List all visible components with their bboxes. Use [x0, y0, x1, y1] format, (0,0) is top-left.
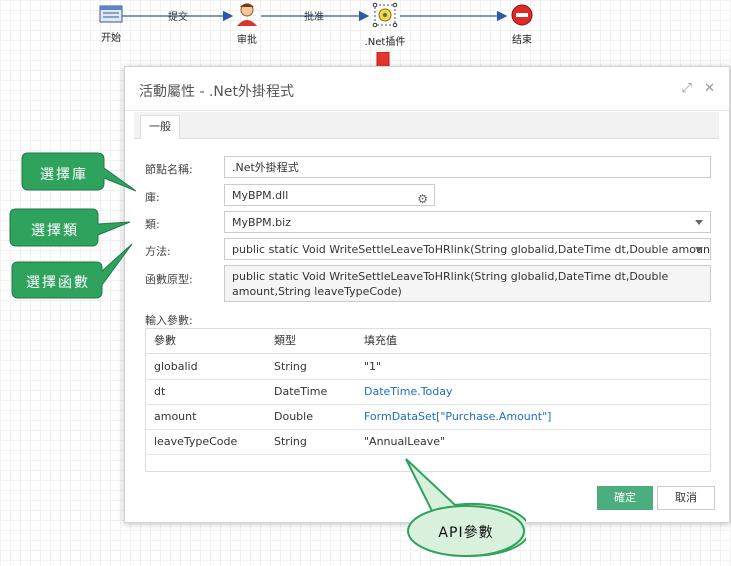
node-start[interactable]: 开始: [98, 4, 124, 44]
param-name: amount: [154, 410, 197, 423]
table-row[interactable]: leaveTypeCode String "AnnualLeave": [146, 430, 710, 455]
param-name: dt: [154, 385, 166, 398]
table-row[interactable]: dt DateTime DateTime.Today: [146, 380, 710, 405]
params-table-header: 參數 類型 填充值: [146, 329, 710, 354]
method-chevron-down-icon: [695, 247, 703, 252]
param-value[interactable]: "AnnualLeave": [364, 430, 445, 454]
param-value[interactable]: "1": [364, 355, 381, 379]
tab-bar: 一般: [134, 112, 719, 139]
class-select[interactable]: MyBPM.biz: [224, 211, 711, 233]
edge-label-approve: 批准: [304, 12, 324, 23]
callout-library-text: 選擇庫: [40, 167, 88, 183]
browse-gear-icon[interactable]: ⚙: [417, 188, 428, 205]
input-params-label: 輸入參數:: [145, 314, 193, 327]
param-name: globalid: [154, 360, 198, 373]
tab-general[interactable]: 一般: [140, 115, 180, 139]
node-name-label: 節點名稱:: [145, 163, 193, 176]
param-name: leaveTypeCode: [154, 435, 238, 448]
col-value: 填充值: [364, 334, 397, 347]
callout-function-text: 選擇函數: [26, 275, 90, 291]
col-param: 參數: [154, 334, 176, 347]
node-approve-label: 审批: [237, 35, 257, 46]
node-net-plugin-label: .Net插件: [364, 37, 406, 48]
param-type: DateTime: [274, 385, 328, 398]
plugin-icon: [372, 2, 398, 28]
workflow-diagram: 提交 批准 开始 审批 .Net插件 结束: [0, 0, 731, 60]
expand-icon[interactable]: ⤢: [682, 81, 692, 96]
node-net-plugin[interactable]: .Net插件: [362, 2, 408, 48]
start-icon: [99, 5, 123, 23]
node-name-input[interactable]: .Net外掛程式: [224, 156, 711, 178]
callout-api-bubble: [405, 458, 526, 557]
node-end-label: 结束: [512, 35, 532, 46]
params-table: 參數 類型 填充值 globalid String "1" dt DateTim…: [145, 328, 711, 472]
node-start-label: 开始: [101, 33, 121, 44]
class-value: MyBPM.biz: [232, 216, 291, 229]
node-end[interactable]: 结束: [507, 4, 537, 46]
edge-label-submit: 提交: [168, 12, 188, 23]
dialog-title: 活動屬性 - .Net外掛程式: [139, 84, 294, 100]
param-value[interactable]: DateTime.Today: [364, 380, 453, 404]
col-type: 類型: [274, 334, 296, 347]
param-value[interactable]: FormDataSet["Purchase.Amount"]: [364, 405, 551, 429]
prototype-field: public static Void WriteSettleLeaveToHRl…: [224, 265, 711, 302]
title-divider: [125, 110, 729, 111]
table-row[interactable]: amount Double FormDataSet["Purchase.Amou…: [146, 405, 710, 430]
callout-api-text: API參數: [438, 525, 494, 541]
cancel-button[interactable]: 取消: [657, 486, 715, 510]
ok-button[interactable]: 確定: [597, 486, 653, 510]
param-type: Double: [274, 410, 313, 423]
method-select[interactable]: public static Void WriteSettleLeaveToHRl…: [224, 238, 711, 260]
node-approve[interactable]: 审批: [232, 2, 262, 46]
param-type: String: [274, 360, 307, 373]
callout-class-text: 選擇類: [31, 223, 79, 239]
param-type: String: [274, 435, 307, 448]
library-value: MyBPM.dll: [232, 189, 289, 202]
user-icon: [237, 3, 257, 26]
table-row[interactable]: globalid String "1": [146, 355, 710, 380]
library-input[interactable]: MyBPM.dll ⚙: [224, 184, 435, 206]
class-chevron-down-icon: [695, 220, 703, 225]
method-value: public static Void WriteSettleLeaveToHRl…: [232, 243, 711, 256]
stop-icon: [511, 4, 533, 26]
prototype-label: 函數原型:: [145, 273, 193, 286]
close-icon[interactable]: ✕: [704, 81, 715, 96]
dialog-window-controls: ⤢ ✕: [674, 81, 715, 96]
